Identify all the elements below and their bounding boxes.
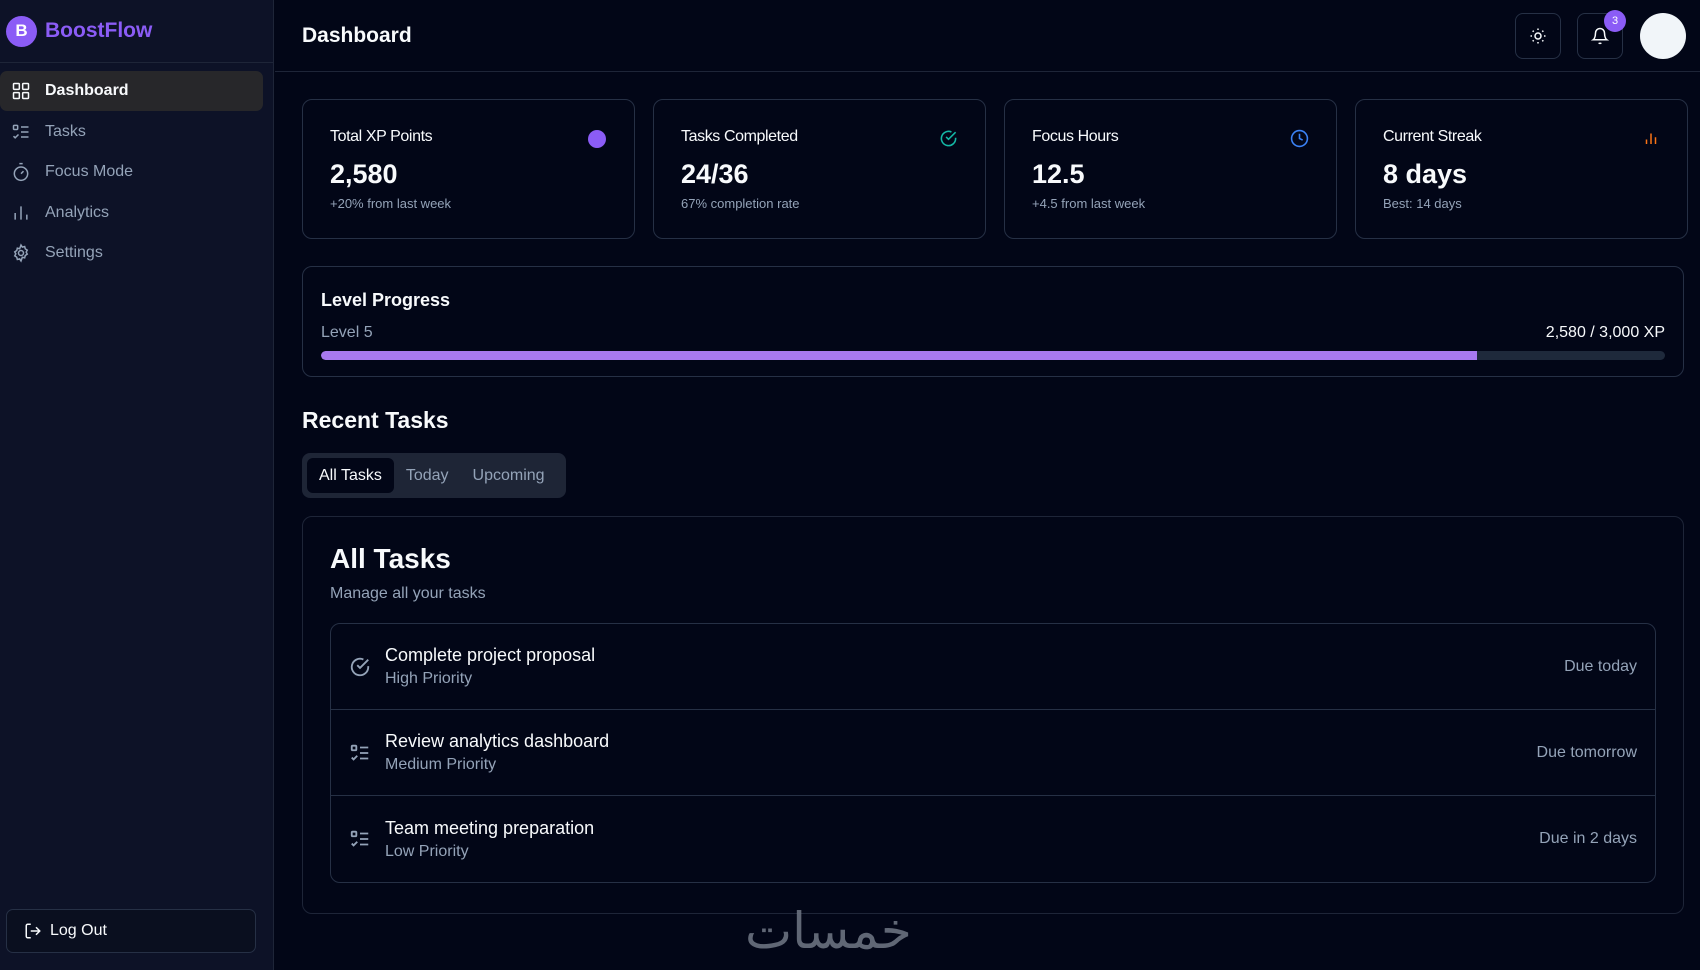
purple-dot-icon (588, 130, 606, 148)
sidebar-item-label: Dashboard (45, 82, 129, 99)
stat-sub: 67% completion rate (681, 196, 800, 211)
sidebar-item-dashboard[interactable]: Dashboard (0, 71, 263, 111)
brand[interactable]: B BoostFlow (0, 0, 273, 63)
sidebar-item-label: Focus Mode (45, 163, 134, 180)
level-xp-label: 2,580 / 3,000 XP (1545, 324, 1665, 341)
checklist-icon[interactable] (349, 742, 371, 764)
sidebar-item-label: Tasks (45, 122, 86, 140)
clock-icon (1290, 129, 1309, 148)
checklist-icon[interactable] (349, 828, 371, 850)
level-progress-card: Level Progress Level 5 2,580 / 3,000 XP (302, 266, 1684, 377)
tab-today[interactable]: Today (394, 458, 461, 493)
level-row: Level 5 2,580 / 3,000 XP (321, 324, 1665, 342)
task-due: Due today (1564, 657, 1637, 675)
task-text: Team meeting preparation Low Priority (385, 818, 594, 861)
page-title: Dashboard (302, 23, 412, 47)
sidebar-item-focus-mode[interactable]: Focus Mode (0, 152, 263, 192)
theme-toggle-button[interactable] (1515, 13, 1561, 59)
sidebar-item-label: Settings (45, 244, 103, 261)
sidebar-nav: Dashboard Tasks Focus Mode Analytics Set… (0, 63, 273, 273)
sidebar: B BoostFlow Dashboard Tasks Focus Mode A… (0, 0, 274, 970)
checklist-icon (12, 124, 29, 139)
task-text: Complete project proposal High Priority (385, 645, 595, 688)
task-row[interactable]: Team meeting preparation Low Priority Du… (331, 796, 1655, 882)
bar-chart-icon (1645, 133, 1657, 144)
stat-card-tasks: Tasks Completed 24/36 67% completion rat… (653, 99, 986, 239)
task-row[interactable]: Complete project proposal High Priority … (331, 624, 1655, 710)
level-label: Level 5 (321, 324, 373, 341)
stat-sub: +4.5 from last week (1032, 196, 1146, 211)
stat-value: 12.5 (1032, 159, 1085, 189)
task-list: Complete project proposal High Priority … (330, 623, 1656, 883)
stat-sub: +20% from last week (330, 196, 452, 211)
level-progress-bar (321, 351, 1665, 360)
task-title: Team meeting preparation (385, 817, 595, 838)
sidebar-item-settings[interactable]: Settings (0, 233, 263, 273)
stat-value: 24/36 (681, 159, 749, 189)
recent-tasks-title: Recent Tasks (302, 407, 449, 433)
task-due: Due in 2 days (1539, 830, 1637, 847)
watermark-logo: خمسات (745, 902, 912, 960)
timer-icon (13, 162, 29, 182)
avatar[interactable] (1640, 13, 1686, 59)
stat-card-streak: Current Streak 8 days Best: 14 days (1355, 99, 1688, 239)
sun-icon (1530, 28, 1546, 44)
logout-button[interactable]: Log Out (6, 909, 256, 953)
check-circle-icon[interactable] (349, 656, 371, 678)
task-priority: Medium Priority (385, 756, 497, 773)
check-circle-icon (940, 130, 957, 147)
brand-name: BoostFlow (45, 19, 153, 42)
sidebar-item-label: Analytics (45, 203, 110, 221)
stat-card-xp: Total XP Points 2,580 +20% from last wee… (302, 99, 635, 239)
bar-chart-icon (14, 205, 28, 220)
task-text: Review analytics dashboard Medium Priori… (385, 731, 609, 774)
stat-value: 2,580 (330, 159, 398, 189)
level-progress-fill (321, 351, 1477, 360)
notification-badge: 3 (1604, 10, 1626, 32)
logout-label: Log Out (50, 922, 107, 939)
task-title: Review analytics dashboard (385, 731, 610, 751)
task-due: Due tomorrow (1536, 743, 1637, 761)
stat-sub: Best: 14 days (1383, 196, 1462, 211)
logout-icon (25, 923, 41, 939)
task-priority: High Priority (385, 670, 473, 687)
stat-value: 8 days (1383, 159, 1468, 189)
grid-icon (12, 82, 30, 100)
tab-upcoming[interactable]: Upcoming (461, 458, 557, 493)
task-title: Complete project proposal (385, 645, 596, 665)
sidebar-item-analytics[interactable]: Analytics (0, 193, 263, 233)
notifications-button[interactable]: 3 (1577, 10, 1626, 59)
sidebar-item-tasks[interactable]: Tasks (0, 112, 263, 152)
panel-subtitle: Manage all your tasks (330, 585, 486, 602)
stat-card-focus: Focus Hours 12.5 +4.5 from last week (1004, 99, 1337, 239)
task-tabs: All Tasks Today Upcoming (302, 453, 566, 498)
brand-logo: B (6, 15, 37, 47)
gear-icon (13, 243, 29, 263)
level-progress-title: Level Progress (321, 290, 451, 310)
all-tasks-panel: All Tasks Manage all your tasks Complete… (302, 516, 1684, 914)
tab-all-tasks[interactable]: All Tasks (307, 458, 394, 493)
task-row[interactable]: Review analytics dashboard Medium Priori… (331, 710, 1655, 796)
panel-title: All Tasks (330, 543, 451, 574)
top-header: Dashboard (275, 0, 1700, 72)
task-priority: Low Priority (385, 842, 469, 860)
stats-row: Total XP Points 2,580 +20% from last wee… (302, 99, 1688, 239)
bell-icon (1591, 27, 1609, 45)
